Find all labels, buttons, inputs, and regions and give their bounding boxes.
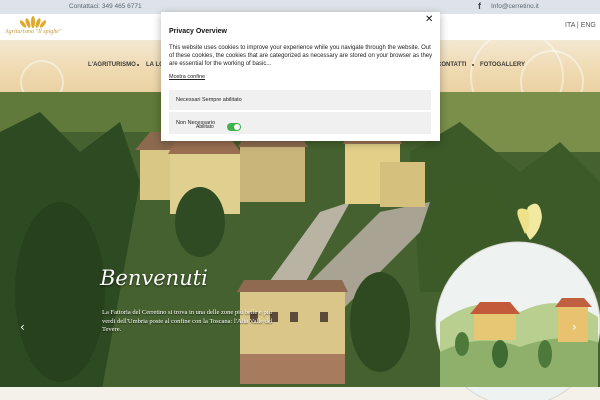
contact-phone[interactable]: Contattaci: 349 465 6771	[69, 3, 142, 10]
cookie-category-non-necessary[interactable]: Non Necessario Abilitato	[169, 112, 431, 134]
nav-separator	[137, 64, 139, 66]
nav-fotogallery[interactable]: FOTOGALLERY	[480, 62, 525, 68]
cookie-category-necessary[interactable]: Necessari Sempre abilitato	[169, 90, 431, 110]
nav-agriturismo[interactable]: L'AGRITURISMO	[88, 62, 136, 68]
close-icon[interactable]: ✕	[425, 14, 433, 25]
contact-email[interactable]: Info@cerretino.it	[491, 3, 539, 10]
wheat-logo-icon	[19, 16, 47, 28]
toggle-label: Abilitato	[196, 124, 214, 130]
chevron-left-icon[interactable]: ‹	[20, 320, 25, 334]
non-necessary-toggle[interactable]	[227, 123, 241, 131]
hero-text: La Fattoria del Cerretino si trova in un…	[102, 309, 273, 333]
privacy-description: This website uses cookies to improve you…	[169, 45, 433, 67]
hero-title: Benvenuti	[100, 266, 208, 290]
show-more-link[interactable]: Mostra confine	[169, 74, 205, 80]
nav-contatti[interactable]: CONTATTI	[437, 62, 466, 68]
logo-text: Agriturismo "Il spighe"	[5, 29, 62, 35]
language-switcher[interactable]: ITA | ENG	[565, 22, 596, 29]
facebook-icon[interactable]: f	[478, 1, 481, 11]
privacy-title: Privacy Overview	[169, 28, 227, 35]
necessary-label: Necessari Sempre abilitato	[176, 97, 242, 103]
chevron-right-icon[interactable]: ›	[572, 320, 577, 334]
nav-separator	[472, 64, 474, 66]
site-logo[interactable]: Agriturismo "Il spighe"	[4, 14, 64, 40]
privacy-modal: Privacy Overview ✕ This website uses coo…	[161, 12, 440, 141]
